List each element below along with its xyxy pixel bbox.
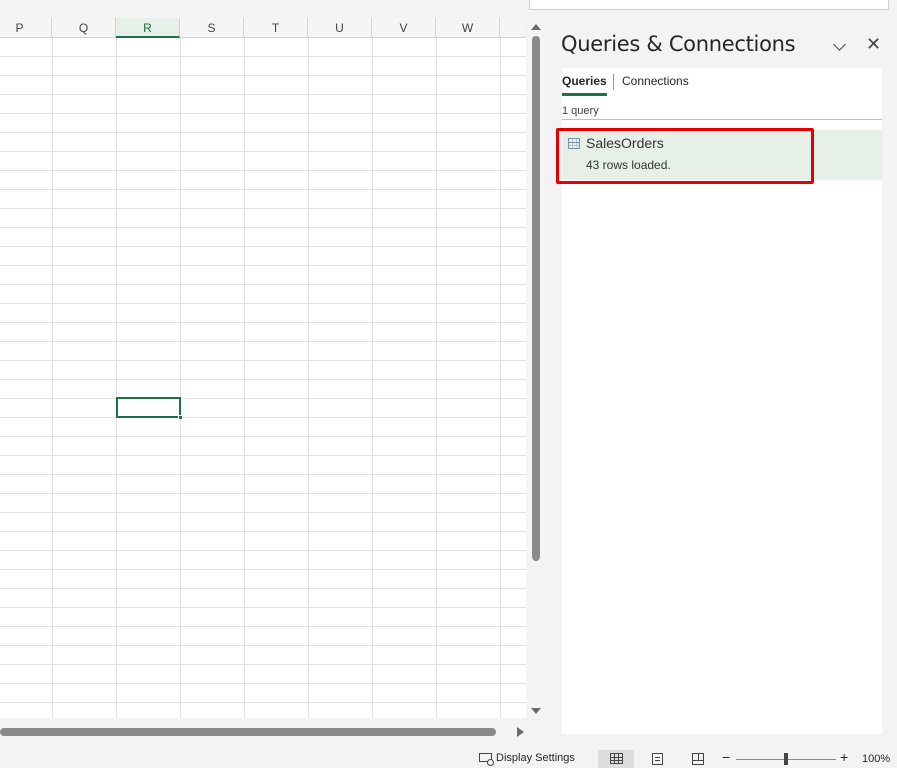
- vertical-scroll-thumb[interactable]: [532, 36, 540, 561]
- column-header-row: P Q R S T U V W: [0, 18, 526, 38]
- query-item-salesorders[interactable]: SalesOrders 43 rows loaded.: [562, 130, 882, 180]
- column-header-t[interactable]: T: [244, 18, 308, 38]
- query-count: 1 query: [562, 105, 599, 117]
- pane-tabs: Queries Connections 1 query: [562, 68, 882, 120]
- display-settings-label: Display Settings: [496, 752, 575, 764]
- page-icon: [652, 753, 663, 765]
- query-name: SalesOrders: [586, 135, 664, 151]
- status-bar: Display Settings − + 100%: [0, 748, 897, 768]
- cell-grid[interactable]: [0, 38, 526, 718]
- grid-icon: [610, 753, 623, 764]
- pane-body: Queries Connections 1 query SalesOrders …: [562, 68, 882, 734]
- column-header-q[interactable]: Q: [52, 18, 116, 38]
- column-header-u[interactable]: U: [308, 18, 372, 38]
- column-header-p[interactable]: P: [0, 18, 52, 38]
- normal-view-button[interactable]: [598, 750, 634, 768]
- tab-separator: [613, 74, 614, 90]
- horizontal-scrollbar[interactable]: [0, 722, 530, 742]
- column-header-r[interactable]: R: [116, 18, 180, 38]
- formula-bar-edge[interactable]: [529, 0, 889, 10]
- zoom-in-button[interactable]: +: [840, 749, 848, 765]
- scroll-down-arrow-icon[interactable]: [531, 708, 541, 714]
- scroll-right-arrow-icon[interactable]: [517, 727, 524, 737]
- page-break-preview-button[interactable]: [680, 750, 716, 768]
- zoom-level[interactable]: 100%: [862, 753, 890, 765]
- query-status: 43 rows loaded.: [586, 158, 671, 172]
- monitor-gear-icon: [479, 753, 494, 766]
- tab-connections[interactable]: Connections: [622, 74, 689, 93]
- display-settings-button[interactable]: Display Settings: [479, 752, 575, 766]
- table-icon: [568, 138, 580, 149]
- tab-queries[interactable]: Queries: [562, 74, 607, 96]
- column-header-v[interactable]: V: [372, 18, 436, 38]
- scroll-up-arrow-icon[interactable]: [531, 24, 541, 30]
- page-layout-view-button[interactable]: [640, 750, 676, 768]
- chevron-down-icon[interactable]: [833, 38, 849, 54]
- close-icon[interactable]: ✕: [866, 35, 881, 53]
- zoom-slider-thumb[interactable]: [784, 753, 788, 765]
- tabs-divider: [562, 119, 882, 120]
- column-header-s[interactable]: S: [180, 18, 244, 38]
- horizontal-scroll-thumb[interactable]: [0, 728, 496, 736]
- zoom-out-button[interactable]: −: [722, 749, 730, 765]
- selected-cell[interactable]: [116, 397, 183, 420]
- queries-connections-pane: Queries & Connections ✕ Queries Connecti…: [548, 18, 897, 744]
- worksheet[interactable]: P Q R S T U V W: [0, 18, 526, 718]
- page-break-icon: [692, 753, 704, 765]
- column-header-w[interactable]: W: [436, 18, 500, 38]
- fill-handle[interactable]: [178, 415, 183, 420]
- pane-title: Queries & Connections: [561, 32, 796, 56]
- formula-bar-area: [0, 0, 897, 18]
- vertical-scrollbar[interactable]: [527, 18, 545, 718]
- excel-window: P Q R S T U V W Queries & Connections ✕ …: [0, 0, 897, 768]
